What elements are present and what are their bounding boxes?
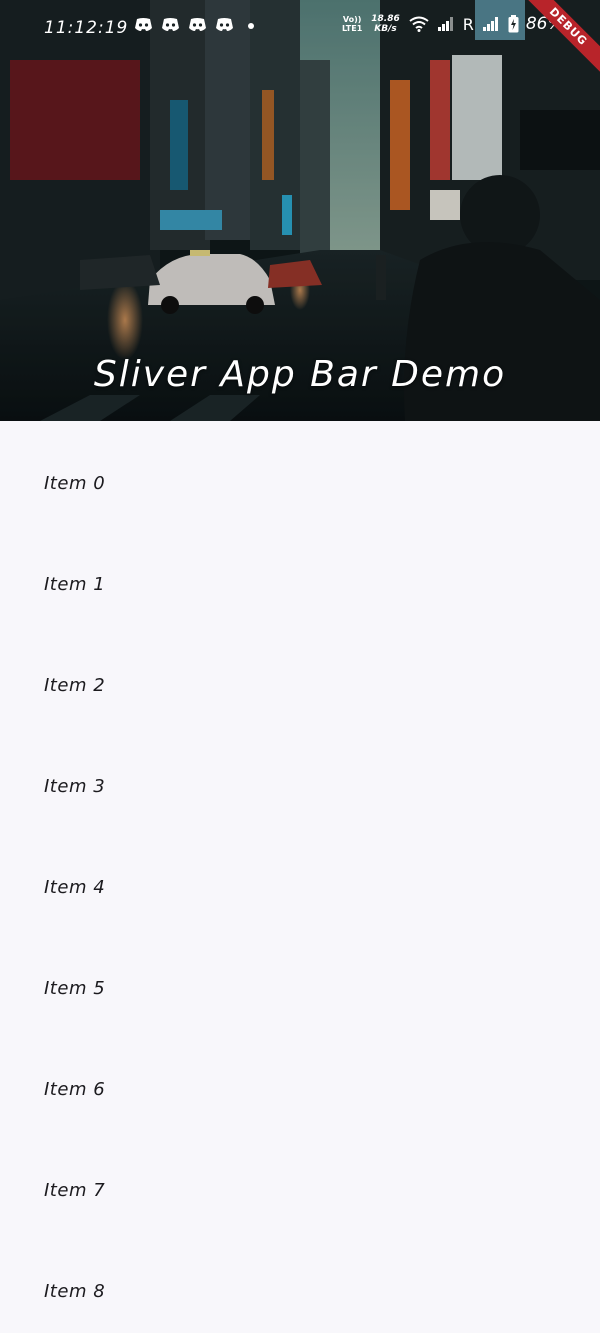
- list-item-label: Item 1: [44, 574, 106, 595]
- list-item-label: Item 8: [44, 1281, 106, 1302]
- sliver-app-bar: 11:12:19 Vo)) LTE1 18.86 KB/s R 86% DEBU…: [0, 0, 600, 421]
- list-item-label: Item 6: [44, 1079, 106, 1100]
- list-item-label: Item 0: [44, 473, 106, 494]
- status-time: 11:12:19: [44, 18, 129, 38]
- wifi-icon: [409, 16, 429, 32]
- list-item[interactable]: Item 1: [0, 522, 600, 623]
- list-item[interactable]: Item 5: [0, 926, 600, 1027]
- list-item-label: Item 2: [44, 675, 106, 696]
- more-notifications-dot-icon: [248, 23, 254, 29]
- item-list[interactable]: Item 0 Item 1 Item 2 Item 3 Item 4 Item …: [0, 421, 600, 1330]
- list-item[interactable]: Item 0: [0, 421, 600, 522]
- list-item-label: Item 5: [44, 978, 106, 999]
- discord-icon: [189, 18, 206, 31]
- status-bar: 11:12:19 Vo)) LTE1 18.86 KB/s R 86%: [0, 0, 600, 56]
- network-speed: 18.86 KB/s: [371, 14, 400, 34]
- list-item[interactable]: Item 4: [0, 825, 600, 926]
- list-item[interactable]: Item 3: [0, 724, 600, 825]
- discord-icon: [135, 18, 152, 31]
- signal-icon: [437, 17, 453, 31]
- list-item[interactable]: Item 6: [0, 1027, 600, 1128]
- list-item[interactable]: Item 2: [0, 623, 600, 724]
- list-item-label: Item 3: [44, 776, 106, 797]
- list-item[interactable]: Item 7: [0, 1128, 600, 1229]
- discord-icon: [162, 18, 179, 31]
- signal-icon-2: [482, 17, 498, 31]
- notification-icons: [134, 18, 254, 32]
- list-item-label: Item 7: [44, 1180, 106, 1201]
- list-item[interactable]: Item 8: [0, 1229, 600, 1330]
- roaming-indicator: R: [462, 14, 474, 34]
- discord-icon: [216, 18, 233, 31]
- volte-indicator: Vo)) LTE1: [342, 15, 363, 33]
- status-right: Vo)) LTE1 18.86 KB/s R 86%: [342, 14, 564, 34]
- list-item-label: Item 4: [44, 877, 106, 898]
- app-bar-title: Sliver App Bar Demo: [93, 354, 507, 395]
- battery-charging-icon: [508, 15, 519, 33]
